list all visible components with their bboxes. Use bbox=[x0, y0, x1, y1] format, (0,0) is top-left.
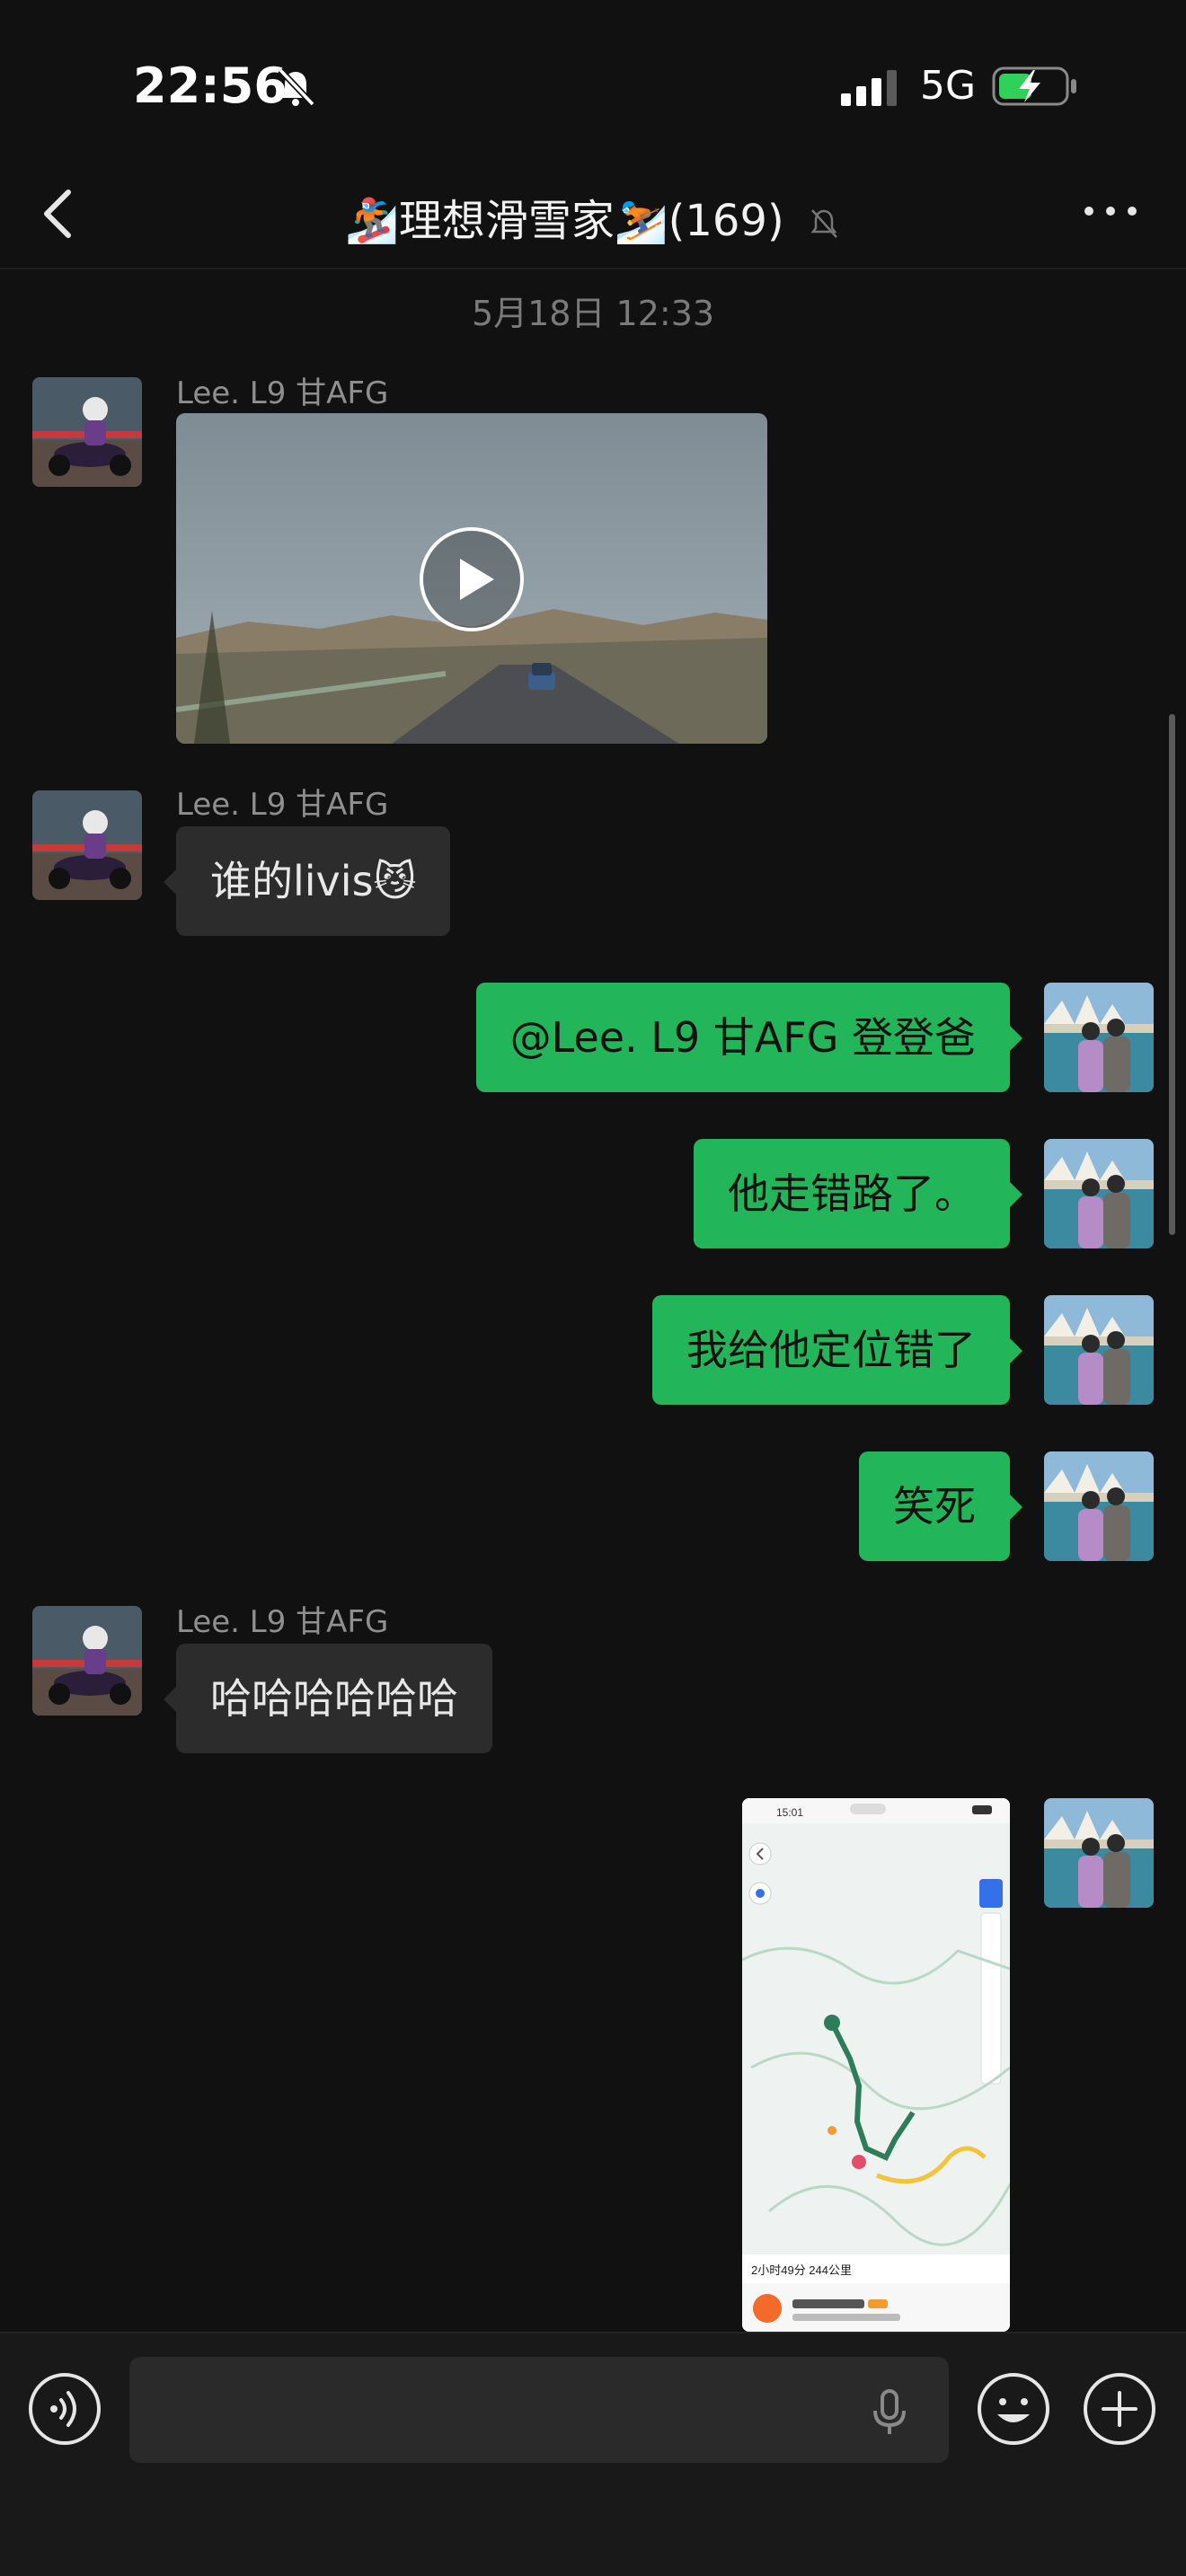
message-bubble[interactable]: 他走错路了。 bbox=[694, 1139, 1022, 1248]
mic-icon[interactable] bbox=[863, 2386, 916, 2439]
message-bubble[interactable]: 谁的livis😼 bbox=[163, 826, 451, 936]
input-bar bbox=[0, 2332, 1186, 2576]
video-message[interactable] bbox=[176, 413, 767, 744]
avatar[interactable] bbox=[32, 1606, 142, 1716]
play-icon[interactable] bbox=[419, 526, 525, 632]
avatar[interactable] bbox=[1044, 1295, 1154, 1405]
image-message[interactable]: 15:01 2小时49分 244公里 bbox=[742, 1798, 1010, 2332]
chat-timestamp: 5月18日 12:33 bbox=[471, 294, 715, 333]
map-route-info: 2小时49分 244公里 bbox=[751, 2263, 852, 2277]
chat-title[interactable]: 🏂理想滑雪家⛷️(169) bbox=[0, 185, 1186, 248]
message-bubble[interactable]: @Lee. L9 甘AFG 登登爸 bbox=[475, 983, 1023, 1092]
avatar[interactable] bbox=[32, 790, 142, 900]
chat-header: 🏂理想滑雪家⛷️(169) bbox=[0, 162, 1186, 269]
message-input[interactable] bbox=[129, 2357, 949, 2463]
muted-bell-icon bbox=[810, 209, 837, 238]
message-bubble[interactable]: 笑死 bbox=[859, 1451, 1022, 1561]
avatar[interactable] bbox=[32, 377, 142, 487]
avatar[interactable] bbox=[1044, 1798, 1154, 1908]
sender-name: Lee. L9 甘AFG bbox=[176, 1604, 389, 1640]
plus-icon[interactable] bbox=[1082, 2371, 1157, 2447]
emoji-icon[interactable] bbox=[976, 2371, 1051, 2447]
sender-name: Lee. L9 甘AFG bbox=[176, 787, 389, 823]
scroll-indicator[interactable] bbox=[1169, 714, 1175, 1235]
battery-icon bbox=[992, 66, 1076, 106]
avatar[interactable] bbox=[1044, 983, 1154, 1092]
avatar[interactable] bbox=[1044, 1139, 1154, 1248]
network-type: 5G bbox=[920, 63, 977, 109]
signal-icon bbox=[841, 70, 897, 106]
sender-name: Lee. L9 甘AFG bbox=[176, 375, 389, 411]
message-bubble[interactable]: 哈哈哈哈哈哈 bbox=[164, 1644, 492, 1753]
voice-icon[interactable] bbox=[27, 2371, 102, 2447]
map-status-time: 15:01 bbox=[776, 1806, 803, 1819]
message-bubble[interactable]: 我给他定位错了 bbox=[652, 1295, 1022, 1405]
more-icon[interactable] bbox=[1078, 198, 1143, 225]
status-time: 22:56 bbox=[133, 57, 288, 114]
chat-title-text: 🏂理想滑雪家⛷️(169) bbox=[345, 196, 784, 246]
status-bar: 22:56 5G bbox=[0, 0, 1186, 162]
avatar[interactable] bbox=[1044, 1451, 1154, 1561]
mute-icon bbox=[278, 67, 315, 107]
